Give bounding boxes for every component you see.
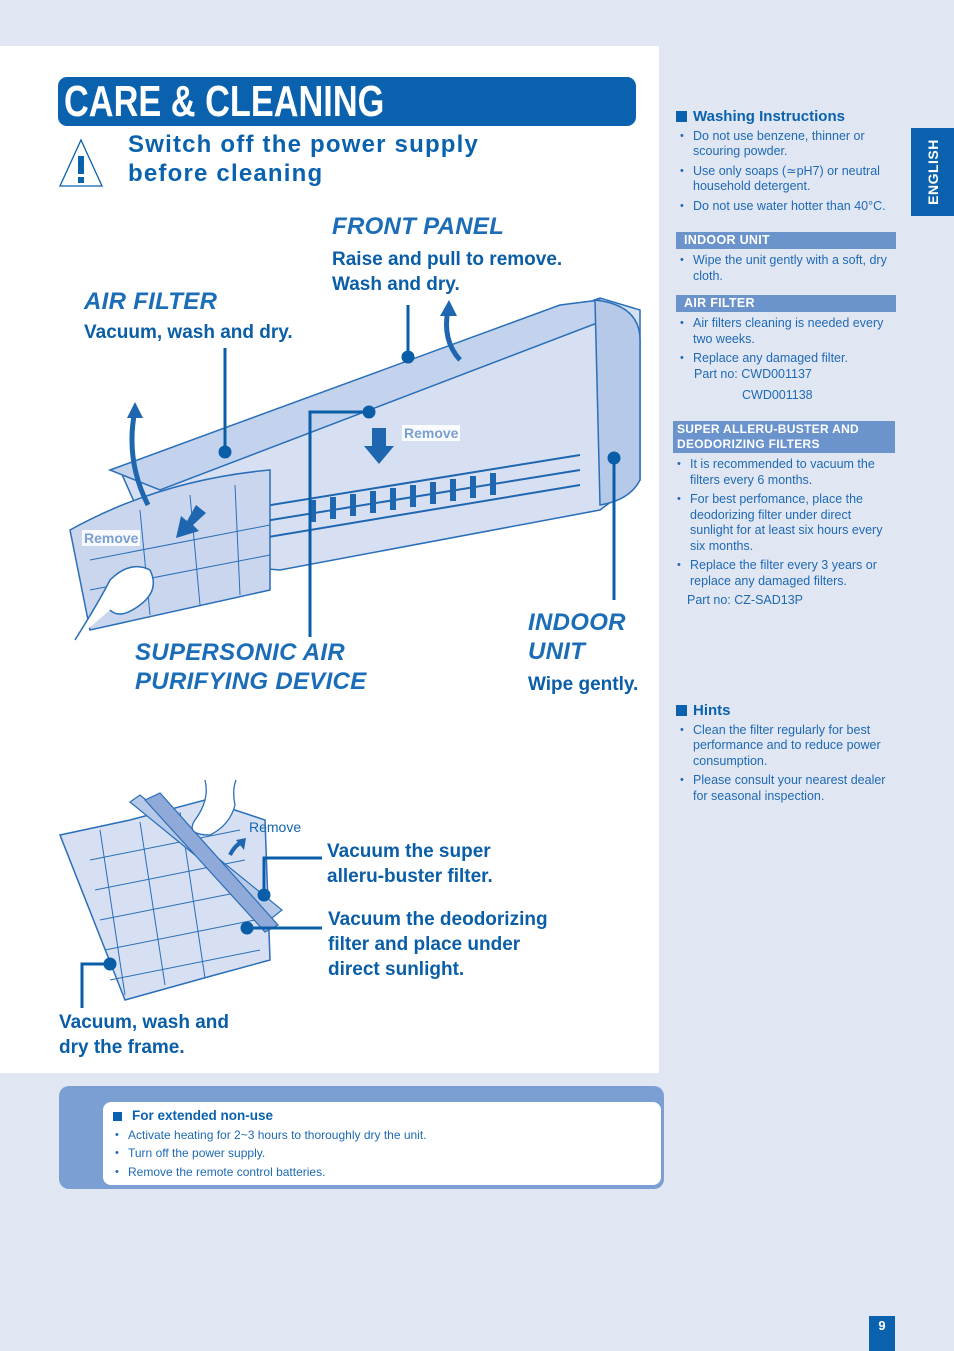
washing-list: Do not use benzene, thinner or scouring … [676, 129, 896, 215]
band-line-1: SUPER ALLERU-BUSTER AND [677, 422, 860, 436]
hints-list: Clean the filter regularly for best perf… [676, 723, 896, 805]
air-filter-band: AIR FILTER [676, 295, 896, 312]
frame-line-1: Vacuum, wash and [59, 1012, 229, 1033]
deodorizing-line-3: direct sunlight. [328, 959, 465, 980]
list-item: Activate heating for 2~3 hours to thorou… [113, 1126, 651, 1145]
indoor-unit-list: Wipe the unit gently with a soft, dry cl… [676, 253, 896, 284]
deodorizing-instruction: Vacuum the deodorizing filter and place … [328, 907, 548, 982]
washing-heading: Washing Instructions [676, 109, 896, 125]
super-alleru-band: SUPER ALLERU-BUSTER AND DEODORIZING FILT… [673, 421, 895, 453]
list-item: Turn off the power supply. [113, 1144, 651, 1163]
non-use-heading-text: For extended non-use [132, 1108, 274, 1123]
air-filter-part-no: Part no: CWD001137 [694, 366, 812, 381]
super-alleru-line-1: Vacuum the super [327, 841, 491, 862]
non-use-heading: For extended non-use [113, 1107, 651, 1126]
super-alleru-part-no: Part no: CZ-SAD13P [687, 593, 804, 607]
washing-instructions-section: Washing Instructions Do not use benzene,… [676, 109, 896, 214]
non-use-list: Activate heating for 2~3 hours to thorou… [113, 1126, 651, 1182]
list-item: Do not use benzene, thinner or scouring … [676, 129, 896, 160]
indoor-unit-band: INDOOR UNIT [676, 232, 896, 249]
square-bullet-icon [113, 1111, 122, 1121]
list-item: Clean the filter regularly for best perf… [676, 723, 896, 770]
air-filter-list: Air filters cleaning is needed every two… [676, 316, 896, 367]
super-alleru-line-2: alleru-buster filter. [327, 866, 493, 887]
band-line-2: DEODORIZING FILTERS [677, 437, 820, 451]
list-item: Remove the remote control batteries. [113, 1163, 651, 1182]
super-alleru-list: It is recommended to vacuum the filters … [673, 457, 893, 589]
super-alleru-section: SUPER ALLERU-BUSTER AND DEODORIZING FILT… [673, 421, 895, 609]
washing-heading-text: Washing Instructions [693, 108, 845, 125]
hints-heading-text: Hints [693, 702, 731, 719]
list-item: Please consult your nearest dealer for s… [676, 773, 896, 804]
list-item: It is recommended to vacuum the filters … [673, 457, 893, 488]
super-alleru-instruction: Vacuum the super alleru-buster filter. [327, 839, 493, 889]
list-item: Wipe the unit gently with a soft, dry cl… [676, 253, 896, 284]
indoor-unit-section: INDOOR UNIT Wipe the unit gently with a … [676, 232, 896, 284]
list-item: Air filters cleaning is needed every two… [676, 316, 896, 347]
hints-heading: Hints [676, 703, 896, 719]
list-item: Replace any damaged filter. [676, 351, 896, 367]
frame-line-2: dry the frame. [59, 1037, 185, 1058]
deodorizing-line-2: filter and place under [328, 934, 521, 955]
remove-label-bottom: Remove [249, 819, 302, 835]
square-bullet-icon [676, 111, 687, 123]
air-filter-section: AIR FILTER Air filters cleaning is neede… [676, 295, 896, 404]
list-item: For best perfomance, place the deodorizi… [673, 492, 893, 554]
hints-section: Hints Clean the filter regularly for bes… [676, 703, 896, 804]
filter-frame-illustration [58, 779, 322, 1008]
page-number: 9 [869, 1316, 895, 1351]
list-item: Do not use water hotter than 40°C. [676, 199, 896, 215]
language-tab: ENGLISH [911, 128, 954, 216]
list-item: Replace the filter every 3 years or repl… [673, 558, 893, 589]
square-bullet-icon [676, 705, 687, 717]
non-use-box: For extended non-use Activate heating fo… [103, 1102, 661, 1185]
language-tab-label: ENGLISH [924, 139, 941, 205]
frame-instruction: Vacuum, wash and dry the frame. [59, 1010, 229, 1060]
air-filter-part-no-2: CWD001138 [742, 388, 813, 402]
list-item: Use only soaps (≃pH7) or neutral househo… [676, 164, 896, 195]
deodorizing-line-1: Vacuum the deodorizing [328, 909, 548, 930]
